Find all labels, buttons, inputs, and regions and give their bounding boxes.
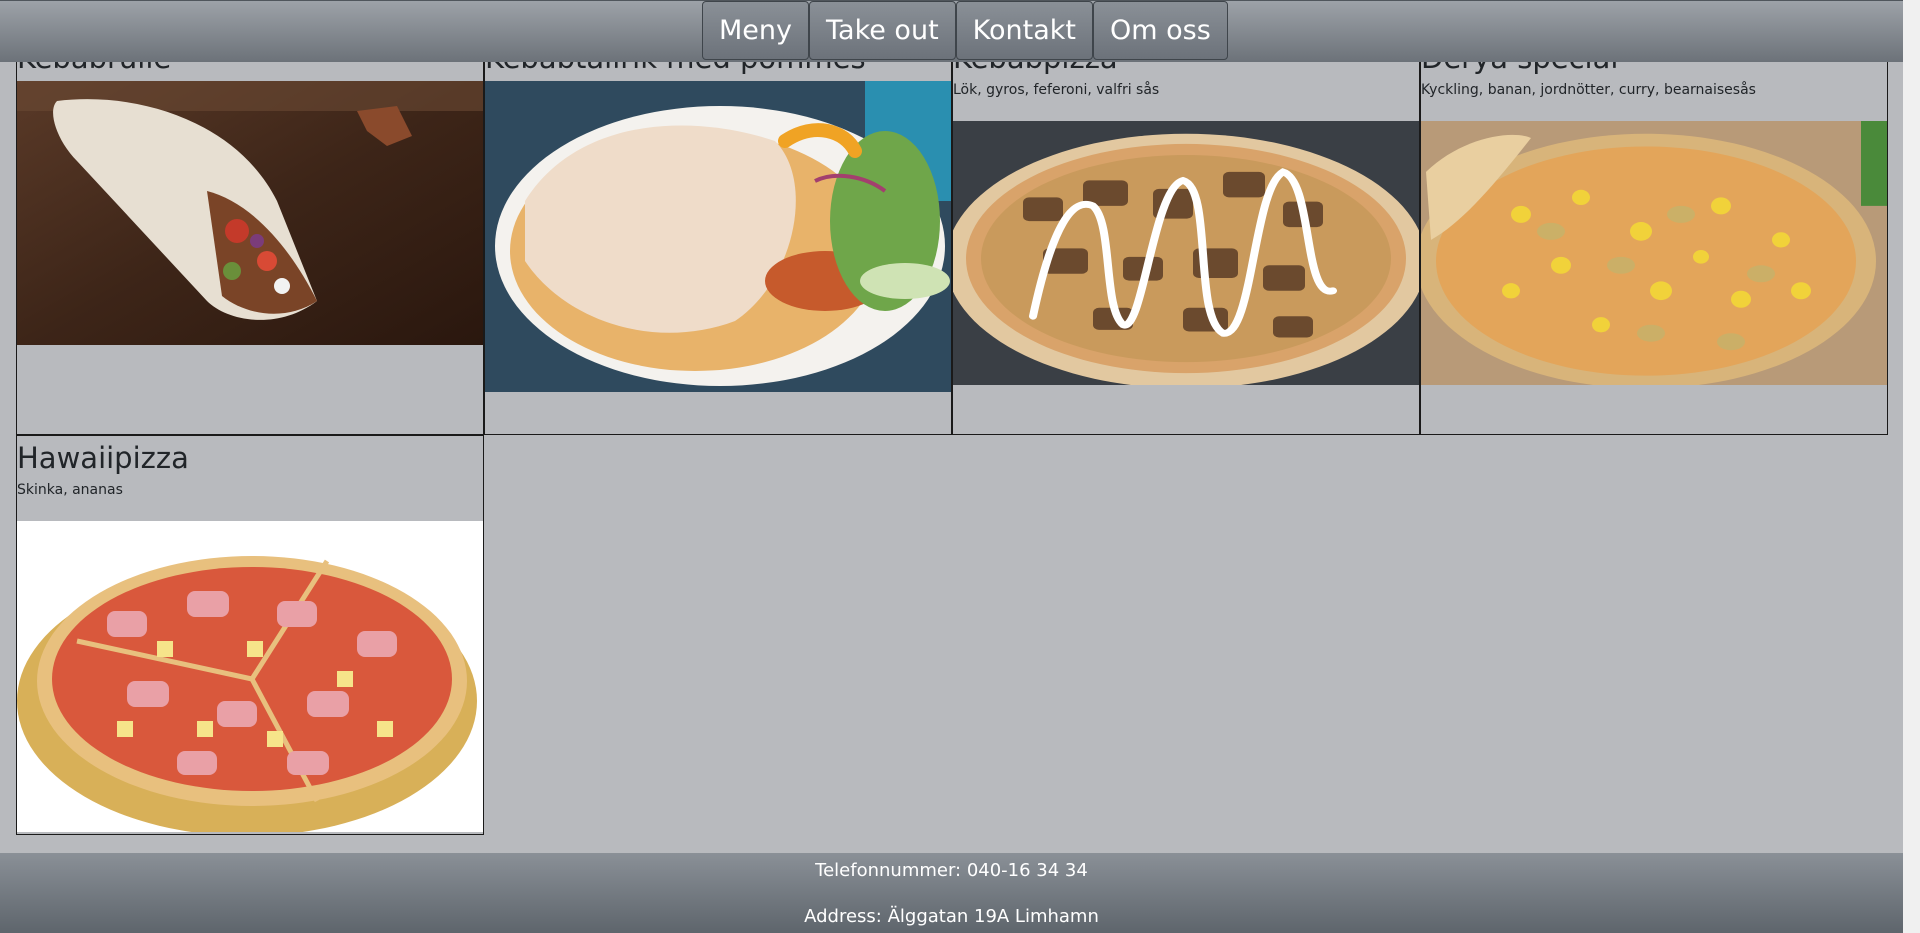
nav-links: Meny Take out Kontakt Om oss xyxy=(702,1,1228,61)
page: Meny Take out Kontakt Om oss Kebabrulle xyxy=(0,0,1903,933)
hawaii-pizza-photo xyxy=(17,521,483,832)
top-navbar: Meny Take out Kontakt Om oss xyxy=(0,0,1903,62)
menu-item-card: Hawaiipizza Skinka, ananas xyxy=(16,435,484,835)
menu-item-description: Lök, gyros, feferoni, valfri sås xyxy=(953,82,1160,98)
menu-item-card: Kebabpizza Lök, gyros, feferoni, valfri … xyxy=(952,35,1420,435)
menu-item-card: Kebabtallrik med pommes xyxy=(484,35,952,435)
derya-special-pizza-photo xyxy=(1421,121,1887,385)
scrollbar-track[interactable] xyxy=(1903,0,1920,933)
kebab-pizza-photo xyxy=(953,121,1419,385)
nav-om-oss-button[interactable]: Om oss xyxy=(1093,1,1228,60)
footer-address: Address: Älggatan 19A Limhamn xyxy=(804,906,1099,927)
kebab-plate-photo xyxy=(485,81,951,392)
kebab-wrap-photo xyxy=(17,81,483,345)
menu-item-card: Derya special Kyckling, banan, jordnötte… xyxy=(1420,35,1888,435)
page-footer: Telefonnummer: 040-16 34 34 Address: Älg… xyxy=(0,853,1903,933)
nav-meny-button[interactable]: Meny xyxy=(702,1,809,60)
footer-phone: Telefonnummer: 040-16 34 34 xyxy=(815,860,1088,881)
menu-item-card: Kebabrulle xyxy=(16,35,484,435)
menu-item-description: Skinka, ananas xyxy=(17,482,123,498)
menu-grid: Kebabrulle xyxy=(16,35,1888,835)
nav-kontakt-button[interactable]: Kontakt xyxy=(955,1,1094,60)
menu-item-title: Hawaiipizza xyxy=(17,441,189,475)
menu-item-description: Kyckling, banan, jordnötter, curry, bear… xyxy=(1421,82,1756,98)
nav-take-out-button[interactable]: Take out xyxy=(809,1,956,60)
